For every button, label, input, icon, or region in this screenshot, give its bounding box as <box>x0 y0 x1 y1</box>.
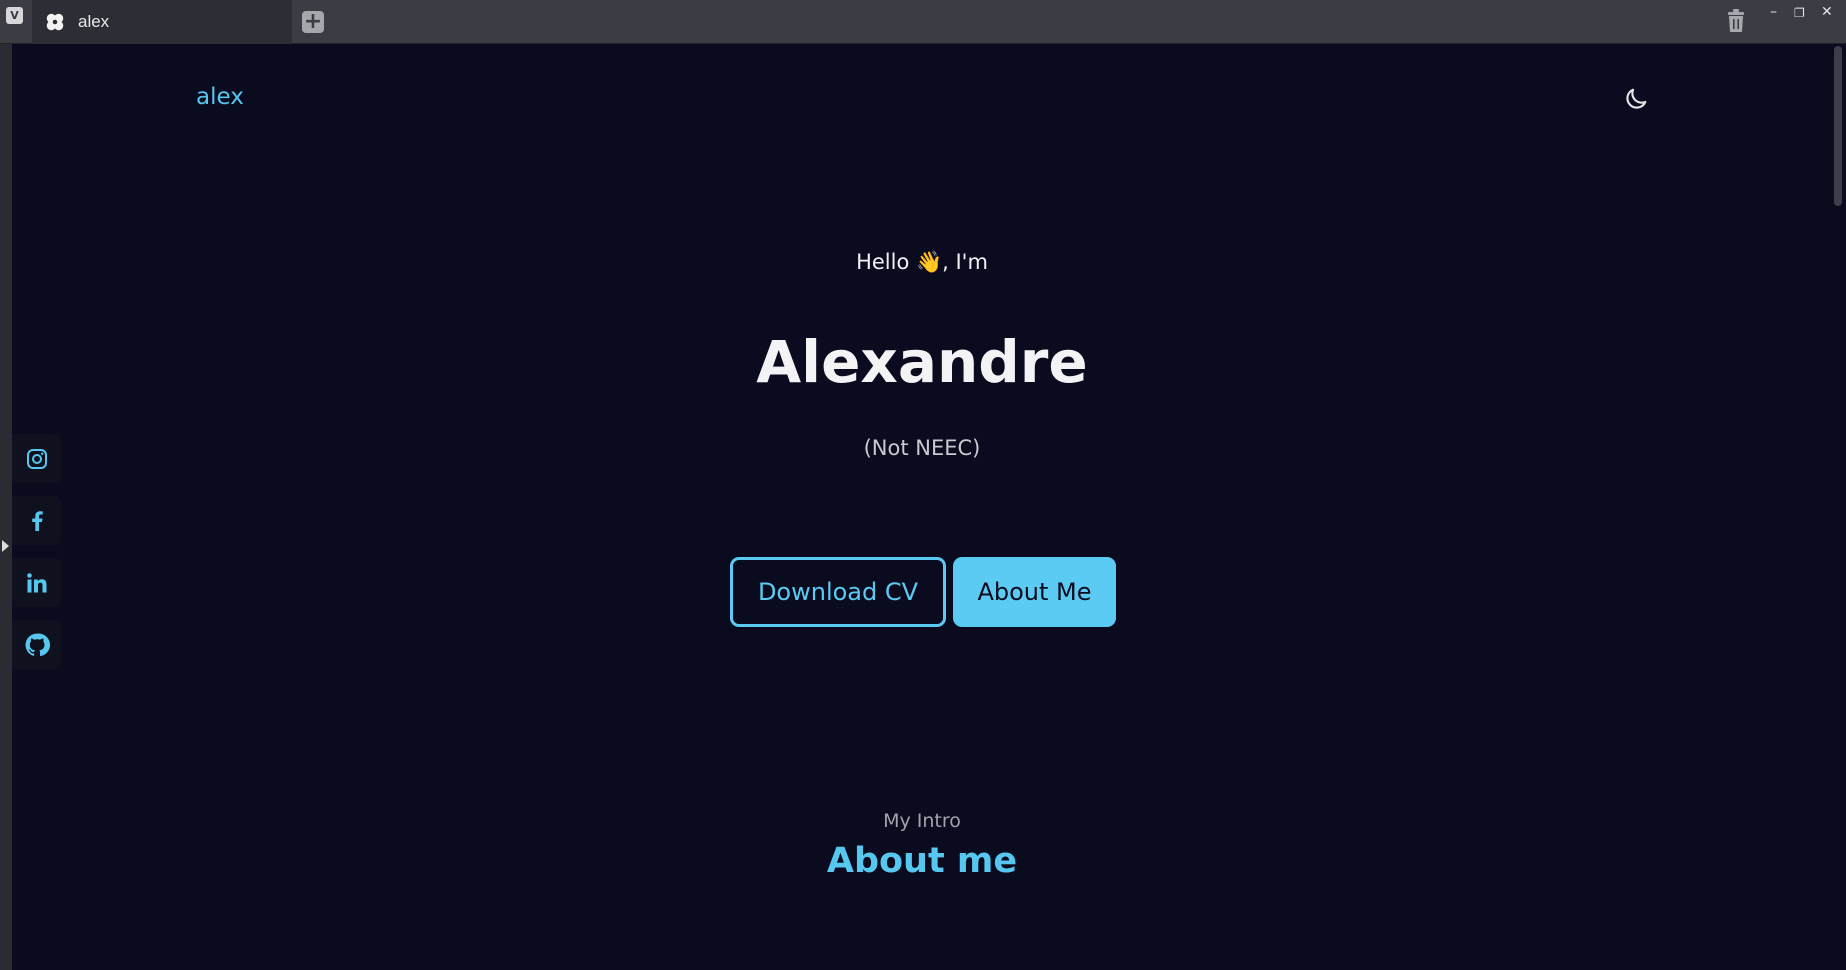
browser-tab-bar: V alex + – ❐ ✕ <box>0 0 1846 44</box>
scrollbar-thumb[interactable] <box>1834 46 1842 206</box>
facebook-icon <box>31 510 43 531</box>
tab-favicon-icon <box>46 13 64 31</box>
hero-name: Alexandre <box>756 328 1088 396</box>
browser-tab[interactable]: alex <box>32 0 292 44</box>
close-window-button[interactable]: ✕ <box>1821 4 1833 20</box>
trash-icon[interactable] <box>1726 9 1746 33</box>
about-me-button[interactable]: About Me <box>953 557 1116 627</box>
github-icon <box>25 633 50 656</box>
browser-menu-button[interactable]: V <box>6 7 23 24</box>
theme-toggle-button[interactable] <box>1619 82 1653 116</box>
tab-title: alex <box>78 12 110 31</box>
restore-button[interactable]: ❐ <box>1794 6 1805 20</box>
github-link[interactable] <box>12 620 61 669</box>
download-cv-button[interactable]: Download CV <box>730 557 946 627</box>
section-overline: My Intro <box>883 810 961 832</box>
section-title: About me <box>826 841 1018 881</box>
hero-subtitle: (Not NEEC) <box>863 436 981 460</box>
page-content: alex Hello 👋, I'm Alexandre (Not NEEC) D… <box>12 44 1832 970</box>
site-logo[interactable]: alex <box>196 84 244 110</box>
minimize-button[interactable]: – <box>1770 4 1777 20</box>
scrollbar[interactable] <box>1832 44 1846 970</box>
linkedin-link[interactable] <box>12 558 61 607</box>
facebook-link[interactable] <box>12 496 61 545</box>
panel-toggle-icon[interactable] <box>2 540 9 552</box>
panel-edge <box>0 44 12 970</box>
new-tab-button[interactable]: + <box>302 11 324 33</box>
hero-greeting: Hello 👋, I'm <box>856 250 988 274</box>
linkedin-icon <box>26 572 46 592</box>
moon-icon <box>1626 88 1647 109</box>
